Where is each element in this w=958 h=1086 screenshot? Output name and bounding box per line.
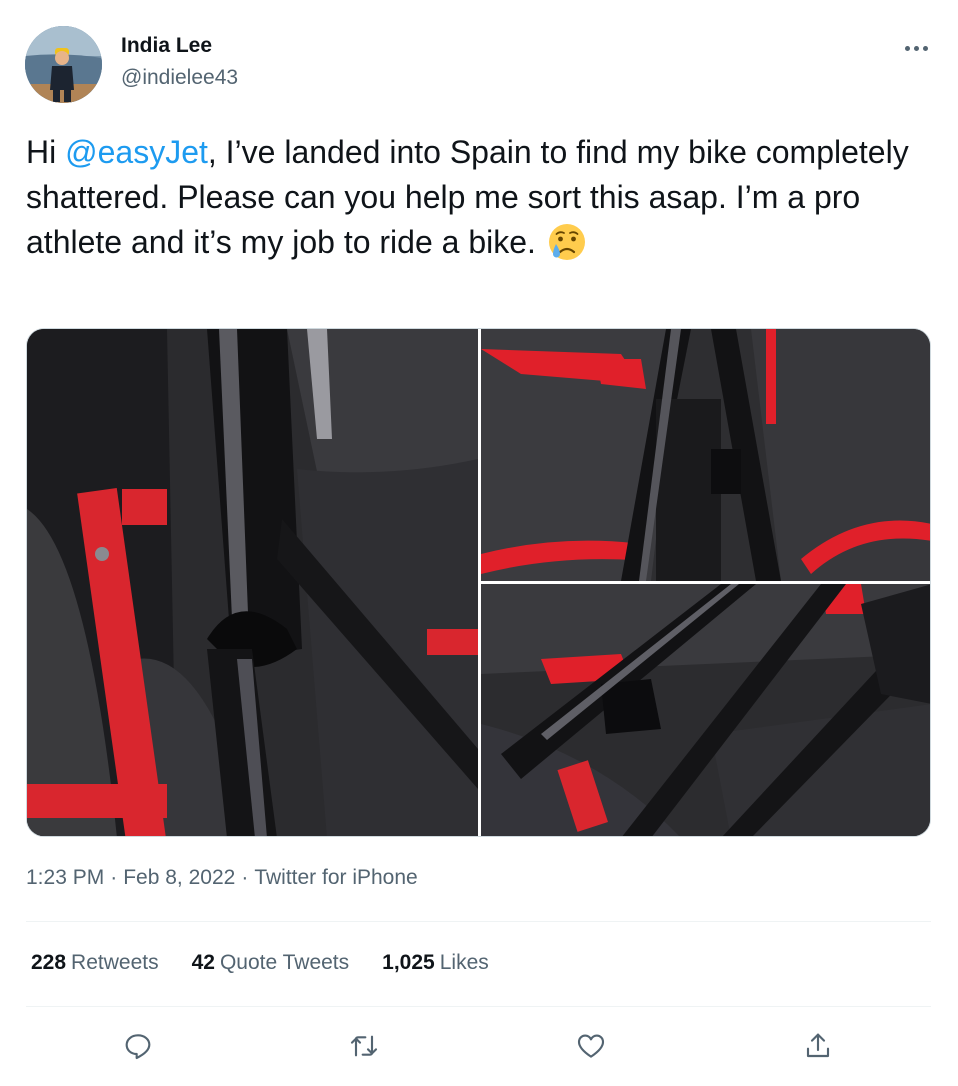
tweet-time[interactable]: 1:23 PM (26, 866, 104, 889)
reply-icon[interactable] (118, 1026, 158, 1066)
likes-label: Likes (439, 951, 489, 974)
meta-separator: · (241, 866, 249, 889)
retweets-label: Retweets (71, 951, 159, 974)
photo-bike-frame-damaged-fork[interactable] (481, 584, 930, 836)
quote-tweets-stat[interactable]: 42 Quote Tweets (192, 951, 350, 975)
media-grid (26, 328, 931, 837)
tweet-timestamp: 1:23 PM · Feb 8, 2022 · Twitter for iPhone (26, 866, 418, 890)
crying-face-emoji-icon (545, 220, 589, 264)
photo-shattered-bike-frame[interactable] (27, 329, 478, 836)
quote-tweets-count: 42 (191, 951, 215, 974)
more-options-icon[interactable] (896, 34, 936, 62)
tweet-card: India Lee @indielee43 Hi @easyJet, I’ve … (0, 0, 958, 1086)
mention-link[interactable]: @easyJet (65, 134, 208, 170)
tweet-text: Hi @easyJet, I’ve landed into Spain to f… (26, 130, 936, 265)
share-icon[interactable] (798, 1026, 838, 1066)
likes-count: 1,025 (382, 951, 435, 974)
likes-stat[interactable]: 1,025 Likes (382, 951, 489, 975)
handle[interactable]: @indielee43 (121, 66, 238, 90)
heart-icon[interactable] (571, 1026, 611, 1066)
avatar[interactable] (25, 26, 102, 103)
avatar-photo (25, 26, 102, 103)
divider (26, 921, 931, 922)
retweets-count: 228 (31, 951, 67, 974)
tweet-date[interactable]: Feb 8, 2022 (123, 866, 235, 889)
display-name[interactable]: India Lee (121, 34, 212, 58)
tweet-source[interactable]: Twitter for iPhone (254, 866, 417, 889)
engagement-stats: 228 Retweets 42 Quote Tweets 1,025 Likes (31, 951, 489, 975)
tweet-text-intro: Hi (26, 134, 66, 170)
meta-separator: · (110, 866, 118, 889)
retweet-icon[interactable] (344, 1026, 384, 1066)
retweets-stat[interactable]: 228 Retweets (31, 951, 159, 975)
photo-bike-frame-in-bag[interactable] (481, 329, 930, 581)
action-bar (0, 1026, 958, 1066)
divider (26, 1006, 931, 1007)
quote-tweets-label: Quote Tweets (219, 951, 350, 974)
